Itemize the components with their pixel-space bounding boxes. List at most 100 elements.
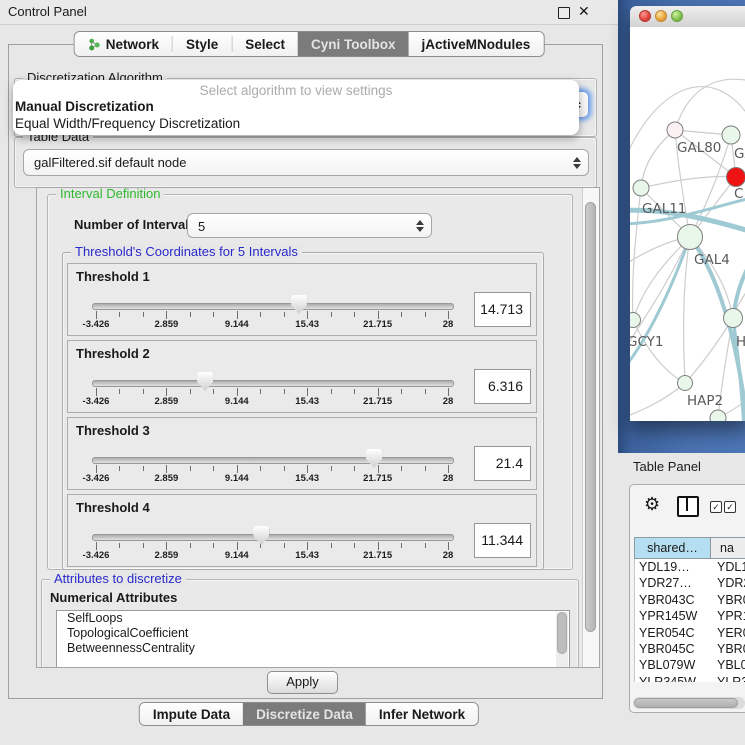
threshold-label: Threshold 2	[76, 346, 150, 361]
table-cell: YDR27…	[635, 575, 711, 591]
tick	[96, 388, 97, 396]
table-cell: YBR0	[711, 641, 745, 657]
network-node-gcy1[interactable]	[630, 313, 641, 328]
checkbox-icon[interactable]: ✓	[724, 501, 736, 513]
dropdown-option-manual-discretization[interactable]: Manual Discretization	[13, 98, 579, 115]
tick	[190, 543, 191, 548]
scrollbar-thumb[interactable]	[634, 698, 738, 708]
network-node-gal4[interactable]	[678, 225, 703, 250]
table-row[interactable]: YDL19…YDL1	[635, 559, 745, 575]
combo-stepper-icon	[573, 157, 581, 169]
column-header-2[interactable]: na	[711, 538, 745, 558]
scrollbar-thumb[interactable]	[557, 612, 567, 654]
table-row[interactable]: YLR345WYLR3	[635, 674, 745, 682]
tab-style[interactable]: Style	[173, 32, 231, 56]
tick	[425, 543, 426, 548]
tick	[378, 542, 379, 550]
network-canvas[interactable]: GAL80GACGAL11GAL4GCY1HHAP2	[630, 27, 745, 421]
table-row[interactable]: YPR145WYPR1	[635, 608, 745, 624]
network-window-titlebar[interactable]	[630, 6, 745, 28]
list-scrollbar[interactable]	[556, 612, 568, 668]
network-node-gal80[interactable]	[667, 122, 683, 138]
close-traffic-light[interactable]	[639, 10, 651, 22]
table-panel: ⚙ ✓ ✓ shared…na YDL19…YDL1YDR27…YDR2YBR0…	[629, 484, 745, 713]
tick	[401, 543, 402, 548]
tab-network[interactable]: Network	[75, 32, 172, 56]
tick	[307, 388, 308, 396]
tab-cyni-toolbox[interactable]: Cyni Toolbox	[298, 32, 409, 56]
slider-thumb[interactable]	[366, 449, 382, 468]
checkbox-icon[interactable]: ✓	[710, 501, 722, 513]
threshold-value-field[interactable]: 21.4	[474, 446, 531, 481]
network-node-h[interactable]	[724, 309, 743, 328]
tick-label: 2.859	[155, 319, 179, 330]
slider-track[interactable]	[92, 380, 454, 387]
network-node[interactable]	[710, 410, 726, 421]
table-data-combobox[interactable]: galFiltered.sif default node	[23, 149, 589, 176]
scrollbar-thumb[interactable]	[585, 202, 596, 632]
tick	[448, 465, 449, 473]
network-node-hap2[interactable]	[678, 376, 693, 391]
column-header-1[interactable]: shared…	[635, 538, 711, 558]
tick	[260, 466, 261, 471]
slider-track[interactable]	[92, 303, 454, 310]
tab-jactivemnodules[interactable]: jActiveMNodules	[409, 32, 544, 56]
table-row[interactable]: YER054CYER0	[635, 625, 745, 641]
network-icon	[88, 38, 101, 51]
attribute-item-selfloops[interactable]: SelfLoops	[57, 611, 569, 626]
tick-label: 21.715	[363, 396, 392, 407]
network-node-c[interactable]	[727, 168, 745, 187]
table-rows: YDL19…YDL1YDR27…YDR2YBR043CYBR0YPR145WYP…	[634, 559, 745, 682]
tick	[260, 389, 261, 394]
threshold-value-field[interactable]: 14.713	[474, 292, 531, 327]
table-row[interactable]: YDR27…YDR2	[635, 575, 745, 591]
tick-label: 15.43	[295, 396, 319, 407]
horizontal-scrollbar[interactable]	[633, 697, 745, 709]
number-of-intervals-combobox[interactable]: 5	[187, 213, 432, 238]
attributes-group: Attributes to discretize Numerical Attri…	[41, 579, 579, 668]
network-view-window: GAL80GACGAL11GAL4GCY1HHAP2	[630, 6, 745, 421]
float-window-icon[interactable]	[558, 7, 570, 19]
tab-select[interactable]: Select	[232, 32, 298, 56]
network-node-gal11[interactable]	[633, 180, 649, 196]
slider-track[interactable]	[92, 534, 454, 541]
close-icon[interactable]: ✕	[578, 3, 590, 20]
combo-value: 5	[198, 219, 205, 234]
threshold-value-field[interactable]: 6.316	[474, 369, 531, 404]
tick	[307, 311, 308, 319]
table-row[interactable]: YBR043CYBR0	[635, 592, 745, 608]
minimize-traffic-light[interactable]	[655, 10, 667, 22]
tick	[448, 542, 449, 550]
slider-thumb[interactable]	[291, 295, 307, 314]
slider-thumb[interactable]	[197, 372, 213, 391]
tab-impute-data[interactable]: Impute Data	[140, 703, 243, 725]
apply-button[interactable]: Apply	[267, 671, 338, 694]
attribute-item-betweennesscentrality[interactable]: BetweennessCentrality	[57, 641, 569, 656]
tab-infer-network[interactable]: Infer Network	[366, 703, 478, 725]
tick	[378, 465, 379, 473]
slider-thumb[interactable]	[253, 526, 269, 545]
gear-icon[interactable]: ⚙	[644, 495, 660, 513]
zoom-traffic-light[interactable]	[671, 10, 683, 22]
table-row[interactable]: YBR045CYBR0	[635, 641, 745, 657]
node-label: HAP2	[687, 393, 723, 409]
dropdown-option-equal-width-frequency-discretization[interactable]: Equal Width/Frequency Discretization	[13, 115, 579, 132]
node-label: GAL4	[694, 252, 730, 268]
tab-discretize-data[interactable]: Discretize Data	[243, 703, 366, 725]
slider-track[interactable]	[92, 457, 454, 464]
panel-title: Control Panel	[8, 4, 87, 19]
tick	[354, 389, 355, 394]
attributes-listbox[interactable]: SelfLoopsTopologicalCoefficientBetweenne…	[56, 610, 570, 668]
network-node-ga[interactable]	[722, 126, 740, 144]
network-edge	[685, 318, 733, 383]
network-edge	[633, 320, 685, 383]
tick	[190, 389, 191, 394]
threshold-value-field[interactable]: 11.344	[474, 523, 531, 558]
columns-icon[interactable]	[677, 496, 699, 517]
table-cell: YLR3	[711, 674, 745, 682]
tick	[331, 312, 332, 317]
attribute-item-topologicalcoefficient[interactable]: TopologicalCoefficient	[57, 626, 569, 641]
network-edge	[630, 237, 690, 375]
vertical-scrollbar[interactable]	[582, 188, 599, 667]
table-row[interactable]: YBL079WYBL0	[635, 657, 745, 673]
